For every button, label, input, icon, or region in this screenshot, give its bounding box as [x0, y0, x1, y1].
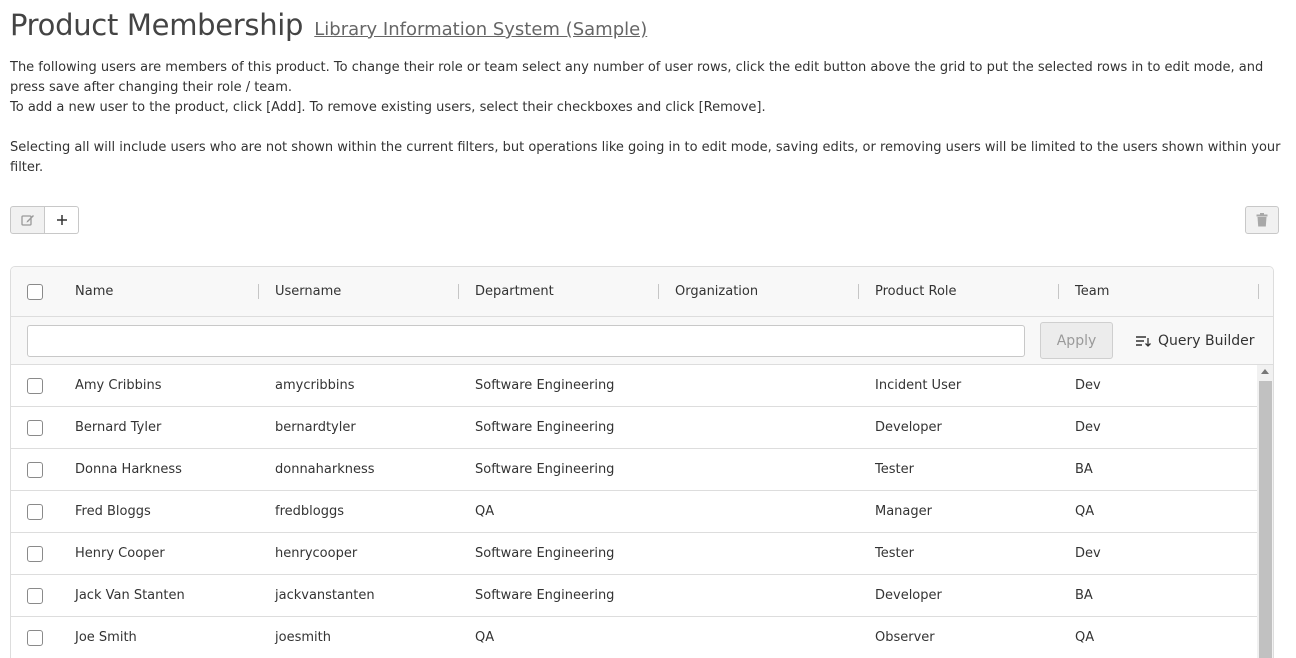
cell-department: QA	[475, 504, 495, 519]
row-checkbox[interactable]	[27, 630, 43, 646]
cell-username: bernardtyler	[275, 420, 356, 435]
column-resizer[interactable]	[258, 284, 259, 299]
cell-product-role: Developer	[875, 420, 942, 435]
column-resizer[interactable]	[658, 284, 659, 299]
cell-username: henrycooper	[275, 546, 358, 561]
cell-name: Amy Cribbins	[75, 378, 162, 393]
grid-header-row: Name Username Department Organization Pr…	[11, 267, 1273, 317]
cell-department: Software Engineering	[475, 420, 615, 435]
page-header: Product Membership Library Information S…	[10, 8, 647, 42]
table-row[interactable]: Joe Smith joesmith QA Observer QA	[11, 617, 1257, 658]
table-row[interactable]: Henry Cooper henrycooper Software Engine…	[11, 533, 1257, 575]
cell-team: Dev	[1075, 546, 1101, 561]
cell-department: Software Engineering	[475, 546, 615, 561]
grid-body: Amy Cribbins amycribbins Software Engine…	[11, 365, 1257, 658]
cell-name: Bernard Tyler	[75, 420, 162, 435]
filter-row: Apply Query Builder	[11, 317, 1273, 365]
scroll-thumb[interactable]	[1259, 381, 1272, 658]
edit-icon	[20, 215, 34, 226]
query-builder-label: Query Builder	[1158, 332, 1255, 349]
cell-team: BA	[1075, 588, 1093, 603]
description-select-all-note: Selecting all will include users who are…	[10, 140, 1281, 175]
cell-product-role: Tester	[875, 462, 914, 477]
cell-name: Joe Smith	[75, 630, 137, 645]
cell-username: amycribbins	[275, 378, 355, 393]
cell-product-role: Tester	[875, 546, 914, 561]
cell-name: Fred Bloggs	[75, 504, 151, 519]
column-resizer[interactable]	[458, 284, 459, 299]
cell-team: QA	[1075, 504, 1095, 519]
cell-team: BA	[1075, 462, 1093, 477]
table-row[interactable]: Bernard Tyler bernardtyler Software Engi…	[11, 407, 1257, 449]
cell-team: Dev	[1075, 420, 1101, 435]
column-header-organization[interactable]: Organization	[675, 267, 758, 317]
cell-name: Donna Harkness	[75, 462, 182, 477]
cell-team: QA	[1075, 630, 1095, 645]
column-header-name[interactable]: Name	[75, 267, 113, 317]
column-header-department[interactable]: Department	[475, 267, 554, 317]
apply-button[interactable]: Apply	[1040, 322, 1113, 359]
cell-department: Software Engineering	[475, 462, 615, 477]
add-button[interactable]	[45, 206, 79, 234]
grid-scrollbar[interactable]	[1257, 365, 1273, 658]
plus-icon	[56, 215, 67, 225]
grid-toolbar	[10, 206, 79, 234]
column-header-username[interactable]: Username	[275, 267, 341, 317]
filter-input[interactable]	[27, 325, 1025, 357]
row-checkbox[interactable]	[27, 462, 43, 478]
edit-button[interactable]	[10, 206, 45, 234]
column-header-team[interactable]: Team	[1075, 267, 1109, 317]
table-row[interactable]: Donna Harkness donnaharkness Software En…	[11, 449, 1257, 491]
table-row[interactable]: Fred Bloggs fredbloggs QA Manager QA	[11, 491, 1257, 533]
cell-username: joesmith	[275, 630, 331, 645]
cell-name: Henry Cooper	[75, 546, 165, 561]
column-resizer[interactable]	[1058, 284, 1059, 299]
cell-product-role: Incident User	[875, 378, 962, 393]
row-checkbox[interactable]	[27, 546, 43, 562]
membership-grid: Name Username Department Organization Pr…	[10, 266, 1274, 658]
cell-name: Jack Van Stanten	[75, 588, 185, 603]
page-title: Product Membership	[10, 8, 304, 42]
cell-username: jackvanstanten	[275, 588, 375, 603]
cell-username: fredbloggs	[275, 504, 344, 519]
row-checkbox[interactable]	[27, 504, 43, 520]
cell-team: Dev	[1075, 378, 1101, 393]
row-checkbox[interactable]	[27, 378, 43, 394]
trash-icon	[1256, 213, 1268, 227]
table-row[interactable]: Amy Cribbins amycribbins Software Engine…	[11, 365, 1257, 407]
row-checkbox[interactable]	[27, 420, 43, 436]
product-link[interactable]: Library Information System (Sample)	[314, 19, 647, 40]
description-edit-instructions: The following users are members of this …	[10, 60, 1264, 95]
column-header-product-role[interactable]: Product Role	[875, 267, 957, 317]
cell-department: QA	[475, 630, 495, 645]
cell-product-role: Manager	[875, 504, 932, 519]
scroll-up-arrow-icon[interactable]	[1261, 369, 1269, 374]
column-resizer[interactable]	[1258, 284, 1259, 299]
table-row[interactable]: Jack Van Stanten jackvanstanten Software…	[11, 575, 1257, 617]
row-checkbox[interactable]	[27, 588, 43, 604]
select-all-checkbox[interactable]	[27, 284, 43, 300]
cell-department: Software Engineering	[475, 588, 615, 603]
cell-product-role: Developer	[875, 588, 942, 603]
description-add-remove-instructions: To add a new user to the product, click …	[10, 100, 766, 115]
cell-username: donnaharkness	[275, 462, 375, 477]
query-builder-icon	[1136, 335, 1151, 347]
column-resizer[interactable]	[858, 284, 859, 299]
cell-product-role: Observer	[875, 630, 935, 645]
query-builder-button[interactable]: Query Builder	[1135, 322, 1255, 359]
remove-button[interactable]	[1245, 206, 1279, 234]
cell-department: Software Engineering	[475, 378, 615, 393]
